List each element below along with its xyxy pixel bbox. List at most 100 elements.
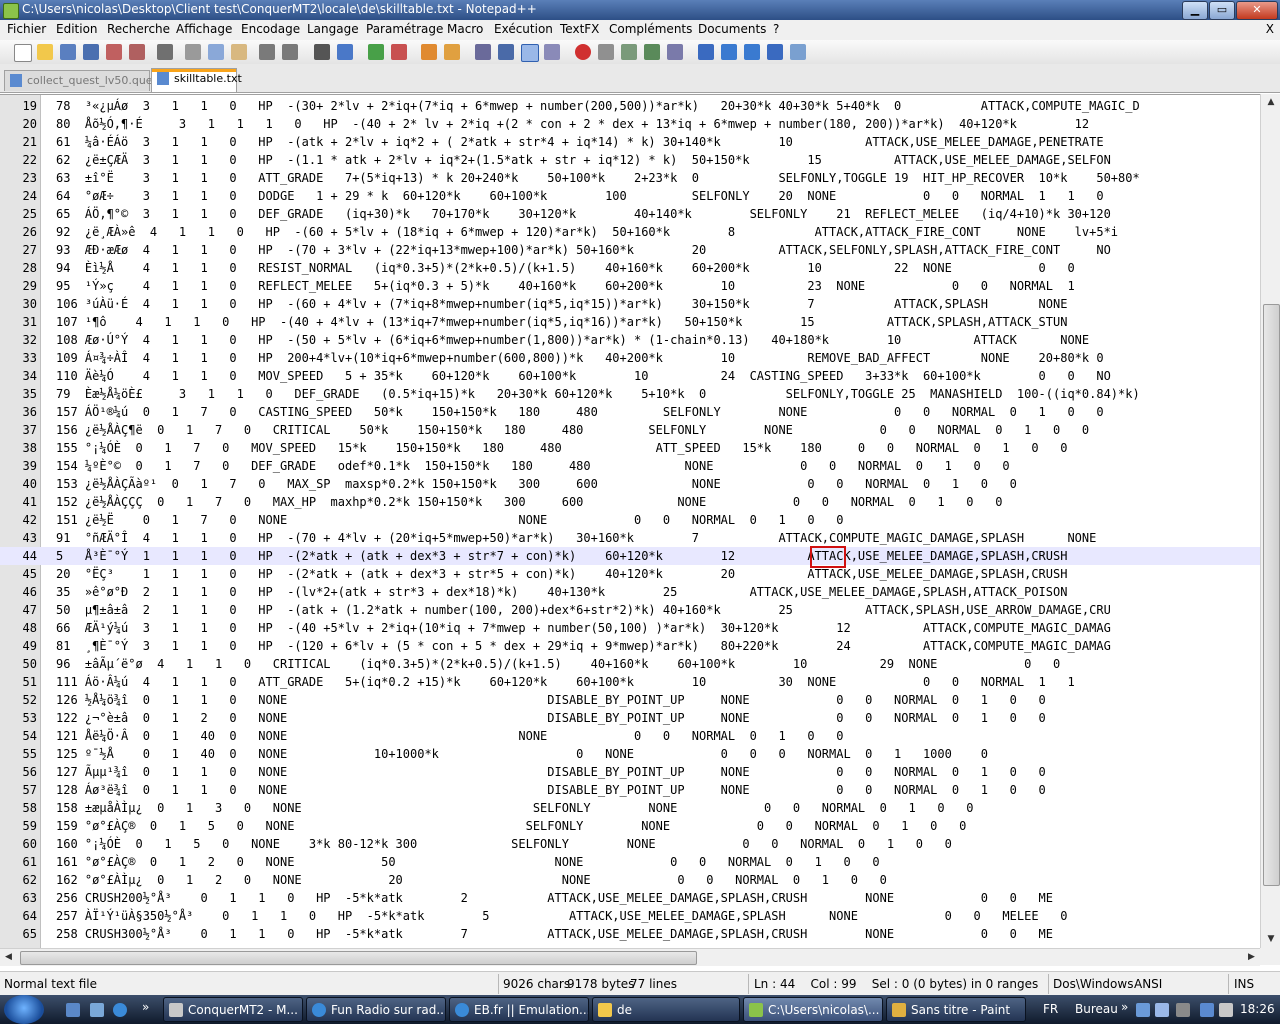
save-icon[interactable] bbox=[60, 44, 76, 60]
editor-line[interactable]: 58 158 ±æµåÀÌµ¿ 0 1 3 0 NONE SELFONLY NON… bbox=[0, 799, 1260, 817]
close-document-button[interactable]: X bbox=[1266, 22, 1274, 36]
menu-encodage[interactable]: Encodage bbox=[241, 22, 300, 36]
taskbar-button-ebfr[interactable]: EB.fr || Emulation... bbox=[449, 997, 589, 1022]
line-text[interactable]: 159 °ø°£ÀÇ® 0 1 5 0 NONE SELFONLY NONE 0… bbox=[56, 817, 966, 835]
play-macro-icon[interactable] bbox=[621, 44, 637, 60]
scroll-up-icon[interactable]: ▲ bbox=[1261, 94, 1280, 111]
line-text[interactable]: 63 ±î°Ë 3 1 1 0 ATT_GRADE 7+(5*iq+13) * … bbox=[56, 169, 1140, 187]
menu-textfx[interactable]: TextFX bbox=[560, 22, 599, 36]
editor-line[interactable]: 26 92 ¿ë¸ÆÀ»ê 4 1 1 0 HP -(60 + 5*lv + (1… bbox=[0, 223, 1260, 241]
line-text[interactable]: 122 ¿¬°è±â 0 1 2 0 NONE DISABLE_BY_POINT… bbox=[56, 709, 1046, 727]
line-text[interactable]: 110 Äè¼Ó 4 1 1 0 MOV_SPEED 5 + 35*k 60+1… bbox=[56, 367, 1111, 385]
editor-line[interactable]: 55 125 º¯½Å 0 1 40 0 NONE 10+1000*k 0 NON… bbox=[0, 745, 1260, 763]
line-text[interactable]: 257 ÀÏ¹Ý¹üÀ§350½°Å³ 0 1 1 0 HP -5*k*atk … bbox=[56, 907, 1067, 925]
editor-line[interactable]: 59 159 °ø°£ÀÇ® 0 1 5 0 NONE SELFONLY NONE… bbox=[0, 817, 1260, 835]
menu-fichier[interactable]: Fichier bbox=[7, 22, 46, 36]
editor-line[interactable]: 61 161 °ø°£ÀÇ® 0 1 2 0 NONE 50 NONE 0 0 N… bbox=[0, 853, 1260, 871]
editor-line[interactable]: 23 63 ±î°Ë 3 1 1 0 ATT_GRADE 7+(5*iq+13) … bbox=[0, 169, 1260, 187]
line-text[interactable]: 50 µ¶±â±â 2 1 1 0 HP -(atk + (1.2*atk + … bbox=[56, 601, 1111, 619]
line-text[interactable]: 256 CRUSH200½°Å³ 0 1 1 0 HP -5*k*atk 2 A… bbox=[56, 889, 1053, 907]
move-down-icon[interactable] bbox=[744, 44, 760, 60]
editor-line[interactable]: 41 152 ¿ë½ÅÀÇÇÇ 0 1 7 0 MAX_HP maxhp*0.2*… bbox=[0, 493, 1260, 511]
line-text[interactable]: 108 Æø·Ú°Ý 4 1 1 0 HP -(50 + 5*lv + (6*i… bbox=[56, 331, 1089, 349]
line-text[interactable]: 158 ±æµåÀÌµ¿ 0 1 3 0 NONE SELFONLY NONE … bbox=[56, 799, 974, 817]
line-text[interactable]: 81 ¸¶È¯°Ý 3 1 1 0 HP -(120 + 6*lv + (5 *… bbox=[56, 637, 1111, 655]
editor-line[interactable]: 52 126 ½Å¼ö¾î 0 1 1 0 NONE DISABLE_BY_POI… bbox=[0, 691, 1260, 709]
menu-complements[interactable]: Compléments bbox=[609, 22, 692, 36]
taskbar-button-funradio[interactable]: Fun Radio sur rad... bbox=[306, 997, 446, 1022]
line-text[interactable]: 94 Èì½Å 4 1 1 0 RESIST_NORMAL (iq*0.3+5)… bbox=[56, 259, 1075, 277]
line-text[interactable]: 152 ¿ë½ÅÀÇÇÇ 0 1 7 0 MAX_HP maxhp*0.2*k … bbox=[56, 493, 1002, 511]
editor-line[interactable]: 42 151 ¿ë½Ë 0 1 7 0 NONE NONE 0 0 NORMAL … bbox=[0, 511, 1260, 529]
editor-line[interactable]: 20 80 Åõ½Ó,¶·É 3 1 1 1 0 HP -(40 + 2* lv … bbox=[0, 115, 1260, 133]
line-text[interactable]: 151 ¿ë½Ë 0 1 7 0 NONE NONE 0 0 NORMAL 0 … bbox=[56, 511, 843, 529]
editor-line[interactable]: 65 258 CRUSH300½°Å³ 0 1 1 0 HP -5*k*atk 7… bbox=[0, 925, 1260, 943]
horizontal-scroll-thumb[interactable] bbox=[20, 951, 697, 965]
line-text[interactable]: 79 Èæ½Å¼öÈ£ 3 1 1 0 DEF_GRADE (0.5*iq+15… bbox=[56, 385, 1140, 403]
tray-monitor-icon[interactable] bbox=[1155, 1003, 1169, 1017]
editor-line[interactable]: 63 256 CRUSH200½°Å³ 0 1 1 0 HP -5*k*atk 2… bbox=[0, 889, 1260, 907]
close-file-icon[interactable] bbox=[106, 44, 122, 60]
replace-icon[interactable] bbox=[337, 44, 353, 60]
cut-icon[interactable] bbox=[185, 44, 201, 60]
line-text[interactable]: 109 Á¤¾÷ÀÎ 4 1 1 0 HP 200+4*lv+(10*iq+6*… bbox=[56, 349, 1104, 367]
editor-line[interactable]: 50 96 ±âÃµ´ë°ø 4 1 1 0 CRITICAL (iq*0.3+5… bbox=[0, 655, 1260, 673]
line-text[interactable]: 95 ¹Ý»ç 4 1 1 0 REFLECT_MELEE 5+(iq*0.3 … bbox=[56, 277, 1075, 295]
line-text[interactable]: 160 °¡¼ÓÈ­ 0 1 5 0 NONE 3*k 80-12*k 300 … bbox=[56, 835, 952, 853]
vertical-scrollbar[interactable]: ▲ ▼ bbox=[1260, 94, 1280, 948]
line-text[interactable]: 155 °¡¼ÓÈ­ 0 1 7 0 MOV_SPEED 15*k 150+15… bbox=[56, 439, 1067, 457]
editor-line[interactable]: 31 107 ¹­¶ô 4 1 1 0 HP -(40 + 4*lv + (13*… bbox=[0, 313, 1260, 331]
current-line[interactable]: 44 5 Å³È¯°Ý 1 1 1 0 HP -(2*atk + (atk + d… bbox=[0, 547, 1260, 565]
minimize-button[interactable]: ▁ bbox=[1182, 1, 1208, 20]
menu-parametrage[interactable]: Paramétrage bbox=[366, 22, 443, 36]
sync-vertical-icon[interactable] bbox=[421, 44, 437, 60]
editor-line[interactable]: 35 79 Èæ½Å¼öÈ£ 3 1 1 0 DEF_GRADE (0.5*iq+… bbox=[0, 385, 1260, 403]
redo-icon[interactable] bbox=[282, 44, 298, 60]
taskbar-button-notepadpp[interactable]: C:\Users\nicolas\... bbox=[743, 997, 883, 1022]
copy-icon[interactable] bbox=[208, 44, 224, 60]
line-text[interactable]: 91 °ñÆÄ°Î 4 1 1 0 HP -(70 + 4*lv + (20*i… bbox=[56, 529, 1096, 547]
save-macro-icon[interactable] bbox=[667, 44, 683, 60]
show-desktop-icon[interactable] bbox=[66, 1003, 80, 1017]
menu-edition[interactable]: Edition bbox=[56, 22, 98, 36]
taskbar-button-conquermt2[interactable]: ConquerMT2 - M... bbox=[163, 997, 303, 1022]
close-button[interactable]: ✕ bbox=[1236, 1, 1278, 20]
editor-line[interactable]: 22 62 ¿ë±ÇÆÄ 3 1 1 0 HP -(1.1 * atk + 2*l… bbox=[0, 151, 1260, 169]
move-bottom-icon[interactable] bbox=[767, 44, 783, 60]
editor-line[interactable]: 56 127 Ãµµ¹¾î 0 1 1 0 NONE DISABLE_BY_POI… bbox=[0, 763, 1260, 781]
find-icon[interactable] bbox=[314, 44, 330, 60]
editor-line[interactable]: 38 155 °¡¼ÓÈ­ 0 1 7 0 MOV_SPEED 15*k 150+… bbox=[0, 439, 1260, 457]
line-text[interactable]: 161 °ø°£ÀÇ® 0 1 2 0 NONE 50 NONE 0 0 NOR… bbox=[56, 853, 880, 871]
line-text[interactable]: 66 ÆÄ¹ý¼ú 3 1 1 0 HP -(40 +5*lv + 2*iq+(… bbox=[56, 619, 1111, 637]
undo-icon[interactable] bbox=[259, 44, 275, 60]
text-editor[interactable]: 19 78 ³«¿µÁø 3 1 1 0 HP -(30+ 2*lv + 2*iq… bbox=[0, 94, 1260, 949]
tray-network-icon[interactable] bbox=[1136, 1003, 1150, 1017]
editor-line[interactable]: 48 66 ÆÄ¹ý¼ú 3 1 1 0 HP -(40 +5*lv + 2*iq… bbox=[0, 619, 1260, 637]
start-button[interactable] bbox=[4, 995, 44, 1024]
tray-volume-icon[interactable] bbox=[1200, 1003, 1214, 1017]
move-up-icon[interactable] bbox=[721, 44, 737, 60]
stop-macro-icon[interactable] bbox=[598, 44, 614, 60]
desktop-toolbar-label[interactable]: Bureau bbox=[1075, 1002, 1118, 1016]
ie-quicklaunch-icon[interactable] bbox=[113, 1003, 127, 1017]
horizontal-scrollbar[interactable]: ◀ ▶ bbox=[0, 948, 1260, 966]
line-text[interactable]: 80 Åõ½Ó,¶·É 3 1 1 1 0 HP -(40 + 2* lv + … bbox=[56, 115, 1089, 133]
editor-line[interactable]: 64 257 ÀÏ¹Ý¹üÀ§350½°Å³ 0 1 1 0 HP -5*k*at… bbox=[0, 907, 1260, 925]
line-text[interactable]: 5 Å³È¯°Ý 1 1 1 0 HP -(2*atk + (atk + dex… bbox=[56, 547, 1067, 565]
menu-help[interactable]: ? bbox=[773, 22, 779, 36]
editor-line[interactable]: 53 122 ¿¬°è±â 0 1 2 0 NONE DISABLE_BY_POI… bbox=[0, 709, 1260, 727]
record-macro-icon[interactable] bbox=[575, 44, 591, 60]
menu-documents[interactable]: Documents bbox=[698, 22, 766, 36]
line-text[interactable]: 78 ³«¿µÁø 3 1 1 0 HP -(30+ 2*lv + 2*iq+(… bbox=[56, 97, 1140, 115]
paste-icon[interactable] bbox=[231, 44, 247, 60]
save-all-icon[interactable] bbox=[83, 44, 99, 60]
menu-recherche[interactable]: Recherche bbox=[107, 22, 170, 36]
scroll-left-icon[interactable]: ◀ bbox=[0, 949, 17, 966]
vertical-scroll-thumb[interactable] bbox=[1263, 304, 1280, 886]
tab-collect-quest[interactable]: collect_quest_lv50.quest bbox=[4, 70, 163, 91]
line-text[interactable]: 62 ¿ë±ÇÆÄ 3 1 1 0 HP -(1.1 * atk + 2*lv … bbox=[56, 151, 1111, 169]
editor-line[interactable]: 19 78 ³«¿µÁø 3 1 1 0 HP -(30+ 2*lv + 2*iq… bbox=[0, 97, 1260, 115]
editor-line[interactable]: 60 160 °¡¼ÓÈ­ 0 1 5 0 NONE 3*k 80-12*k 30… bbox=[0, 835, 1260, 853]
tray-app-icon[interactable] bbox=[1176, 1003, 1190, 1017]
editor-line[interactable]: 49 81 ¸¶È¯°Ý 3 1 1 0 HP -(120 + 6*lv + (5… bbox=[0, 637, 1260, 655]
